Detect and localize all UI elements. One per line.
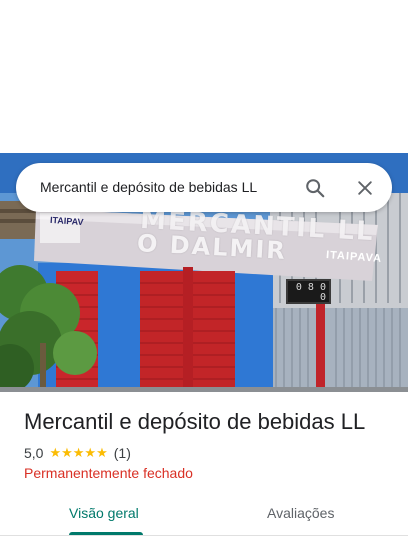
tab-overview[interactable]: Visão geral bbox=[69, 505, 139, 521]
search-button[interactable] bbox=[300, 173, 330, 203]
search-icon bbox=[306, 179, 325, 198]
search-query[interactable]: Mercantil e depósito de bebidas LL bbox=[40, 179, 257, 195]
star-rating-icon: ★★★★★ bbox=[49, 445, 108, 460]
status-closed-label: Permanentemente fechado bbox=[24, 465, 193, 481]
rating-value: 5,0 bbox=[24, 445, 44, 461]
tab-reviews[interactable]: Avaliações bbox=[267, 505, 334, 521]
place-title: Mercantil e depósito de bebidas LL bbox=[24, 409, 366, 434]
tabs-divider bbox=[0, 535, 408, 536]
map-area-blank bbox=[0, 0, 408, 153]
close-icon bbox=[358, 181, 372, 195]
review-count[interactable]: (1) bbox=[114, 445, 131, 461]
rating-row[interactable]: 5,0 ★★★★★ (1) bbox=[24, 444, 131, 462]
search-bar[interactable]: Mercantil e depósito de bebidas LL bbox=[16, 163, 392, 212]
clear-search-button[interactable] bbox=[350, 173, 380, 203]
electric-meter-display: 0 8 0 0 bbox=[286, 279, 331, 304]
